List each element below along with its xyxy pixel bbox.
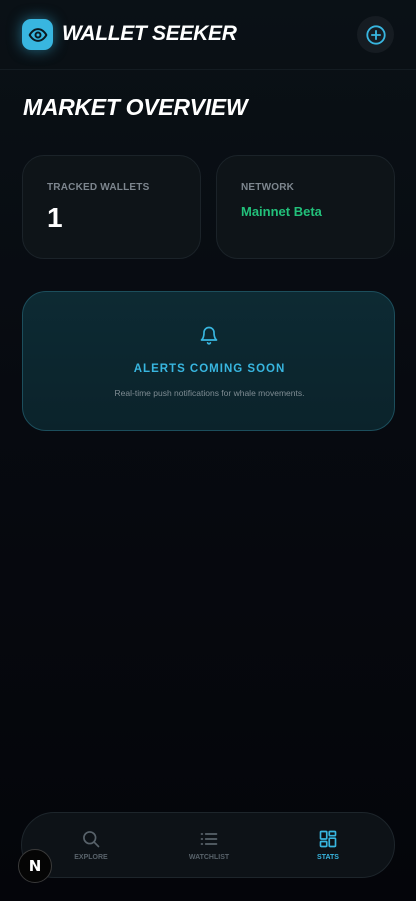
network-card: NETWORK Mainnet Beta <box>216 155 395 259</box>
nav-stats-label: STATS <box>317 854 339 861</box>
add-wallet-button[interactable] <box>357 16 394 53</box>
next-dev-badge[interactable]: N <box>18 849 52 883</box>
nav-explore-label: EXPLORE <box>74 854 108 861</box>
bottom-nav: EXPLORE WATCHLIST STATS <box>21 812 395 878</box>
nav-stats[interactable]: STATS <box>278 813 378 879</box>
tracked-wallets-label: TRACKED WALLETS <box>47 182 150 193</box>
nav-explore[interactable]: EXPLORE <box>41 813 141 879</box>
bell-icon <box>200 326 218 345</box>
network-value: Mainnet Beta <box>241 204 322 219</box>
nav-watchlist[interactable]: WATCHLIST <box>159 813 259 879</box>
eye-icon <box>28 27 47 42</box>
list-icon <box>200 833 218 845</box>
tracked-wallets-card: TRACKED WALLETS 1 <box>22 155 201 259</box>
alerts-title: ALERTS COMING SOON <box>133 363 286 375</box>
nav-watchlist-label: WATCHLIST <box>188 854 230 861</box>
app-header: WALLET SEEKER <box>0 0 416 70</box>
tracked-wallets-value: 1 <box>47 202 63 233</box>
grid-icon <box>319 830 337 848</box>
alerts-card: ALERTS COMING SOON Real-time push notifi… <box>22 291 395 431</box>
alerts-description: Real-time push notifications for whale m… <box>114 388 305 398</box>
app-title: WALLET SEEKER <box>62 22 237 45</box>
page-title: MARKET OVERVIEW <box>23 94 248 120</box>
network-label: NETWORK <box>241 182 295 193</box>
search-icon <box>83 831 100 848</box>
plus-circle-icon <box>365 24 386 45</box>
logo <box>22 19 53 50</box>
